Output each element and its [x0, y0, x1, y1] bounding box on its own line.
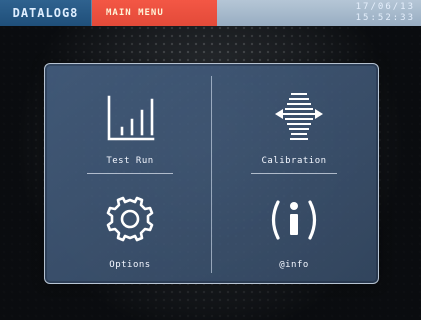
options-button[interactable]: Options: [55, 188, 205, 283]
test-run-underline: [87, 173, 173, 174]
device-screen: DATALOG8 MAIN MENU 17/06/13 15:52:33 Tes…: [0, 0, 421, 320]
info-button[interactable]: @info: [219, 188, 369, 283]
main-menu-panel: Test Run Calibration Options @info: [44, 63, 379, 284]
top-bar: DATALOG8 MAIN MENU 17/06/13 15:52:33: [0, 0, 421, 26]
clock-time: 15:52:33: [355, 13, 415, 23]
clock-date: 17/06/13: [355, 2, 415, 12]
screen-title: MAIN MENU: [92, 0, 217, 26]
gear-icon: [55, 188, 205, 254]
brand-logo: DATALOG8: [0, 0, 92, 26]
info-icon: [219, 188, 369, 254]
bar-chart-icon: [55, 84, 205, 150]
calibration-underline: [251, 173, 337, 174]
info-label: @info: [279, 260, 309, 270]
calibration-button[interactable]: Calibration: [219, 84, 369, 179]
panel-divider: [211, 76, 212, 273]
test-run-label: Test Run: [106, 156, 154, 166]
calibration-icon: [219, 84, 369, 150]
calibration-label: Calibration: [261, 156, 327, 166]
options-label: Options: [109, 260, 151, 270]
test-run-button[interactable]: Test Run: [55, 84, 205, 179]
clock: 17/06/13 15:52:33: [345, 0, 421, 26]
